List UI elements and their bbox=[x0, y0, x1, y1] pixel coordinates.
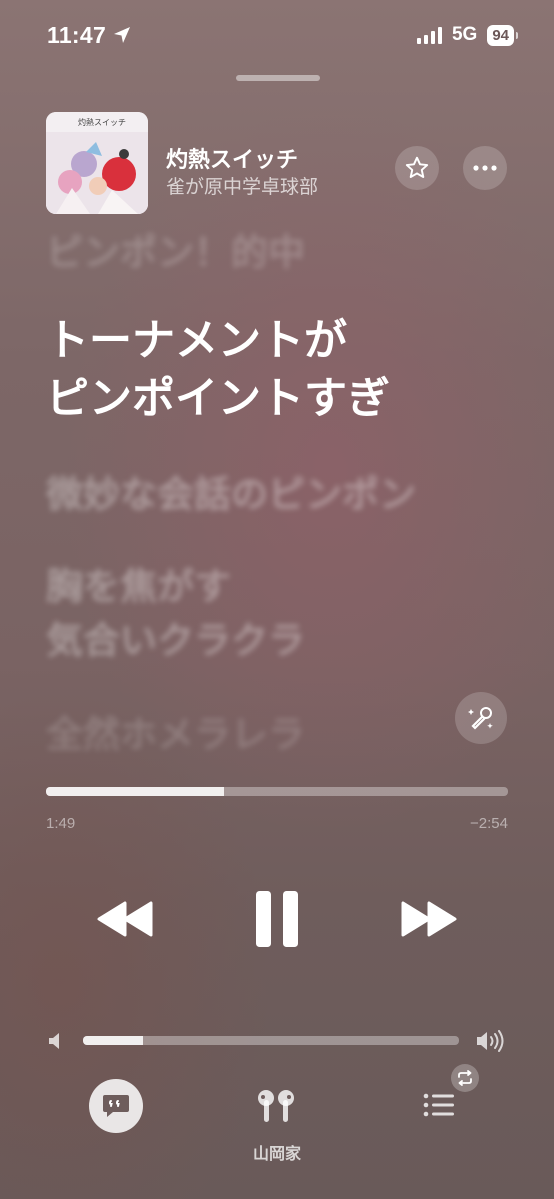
lyric-next2-line1: 胸を焦がす bbox=[46, 566, 231, 607]
favorite-button[interactable] bbox=[395, 146, 439, 190]
volume-slider[interactable] bbox=[83, 1036, 459, 1045]
volume-fill bbox=[83, 1036, 144, 1045]
lyric-line-next-2[interactable]: 胸を焦がす 気合いクラクラ bbox=[46, 560, 305, 668]
volume-high-icon bbox=[477, 1030, 504, 1052]
lyric-line-next-1[interactable]: 微妙な会話のピンポン bbox=[46, 468, 416, 522]
album-artwork[interactable]: 灼熱スイッチ bbox=[46, 112, 148, 214]
lyric-current-line1: トーナメントが bbox=[46, 317, 347, 365]
queue-button[interactable] bbox=[420, 1088, 460, 1124]
sheet-grabber[interactable] bbox=[236, 75, 320, 81]
sing-karaoke-button[interactable] bbox=[455, 692, 507, 744]
status-time: 11:47 bbox=[47, 22, 107, 48]
playback-scrubber[interactable] bbox=[46, 787, 508, 796]
battery-level: 94 bbox=[487, 24, 514, 46]
pause-icon bbox=[256, 891, 298, 947]
playback-progress-fill bbox=[46, 787, 225, 796]
lyrics-button[interactable] bbox=[89, 1079, 143, 1133]
song-title[interactable]: 灼熱スイッチ bbox=[166, 142, 298, 174]
lyric-line-current[interactable]: トーナメントが ピンポイントすぎ bbox=[46, 312, 390, 428]
album-art-title: 灼熱スイッチ bbox=[78, 118, 126, 127]
remaining-time: −2:54 bbox=[470, 815, 508, 832]
location-arrow-icon bbox=[114, 27, 130, 43]
volume-low-icon bbox=[49, 1033, 59, 1049]
fast-forward-button[interactable] bbox=[398, 895, 460, 943]
airplay-button[interactable] bbox=[252, 1086, 300, 1126]
cellular-signal-icon bbox=[416, 26, 442, 44]
rewind-button[interactable] bbox=[94, 895, 156, 943]
airplay-device-label: 山岡家 bbox=[252, 1146, 301, 1163]
elapsed-time: 1:49 bbox=[46, 815, 76, 832]
ellipsis-icon bbox=[473, 165, 497, 171]
backward-icon bbox=[97, 901, 153, 937]
repeat-icon bbox=[458, 1070, 472, 1086]
forward-icon bbox=[401, 901, 457, 937]
star-icon bbox=[405, 156, 429, 178]
network-type: 5G bbox=[451, 24, 478, 45]
microphone-sparkle-icon bbox=[468, 707, 493, 730]
repeat-badge[interactable] bbox=[451, 1064, 479, 1092]
queue-icon bbox=[423, 1093, 454, 1117]
airpods-icon bbox=[258, 1090, 294, 1122]
lyric-next2-line2: 気合いクラクラ bbox=[46, 620, 305, 661]
status-indicators: 5G 94 bbox=[416, 24, 518, 46]
lyrics-icon bbox=[103, 1095, 129, 1117]
song-artist[interactable]: 雀が原中学卓球部 bbox=[166, 172, 318, 199]
battery-icon: 94 bbox=[487, 24, 518, 46]
pause-button[interactable] bbox=[252, 888, 302, 950]
lyric-line-previous[interactable]: ピンポン！的中 bbox=[46, 226, 305, 280]
lyric-line-next-3[interactable]: 全然ホメラレラ bbox=[46, 708, 305, 762]
lyric-current-line2: ピンポイントすぎ bbox=[46, 375, 390, 423]
more-options-button[interactable] bbox=[463, 146, 507, 190]
